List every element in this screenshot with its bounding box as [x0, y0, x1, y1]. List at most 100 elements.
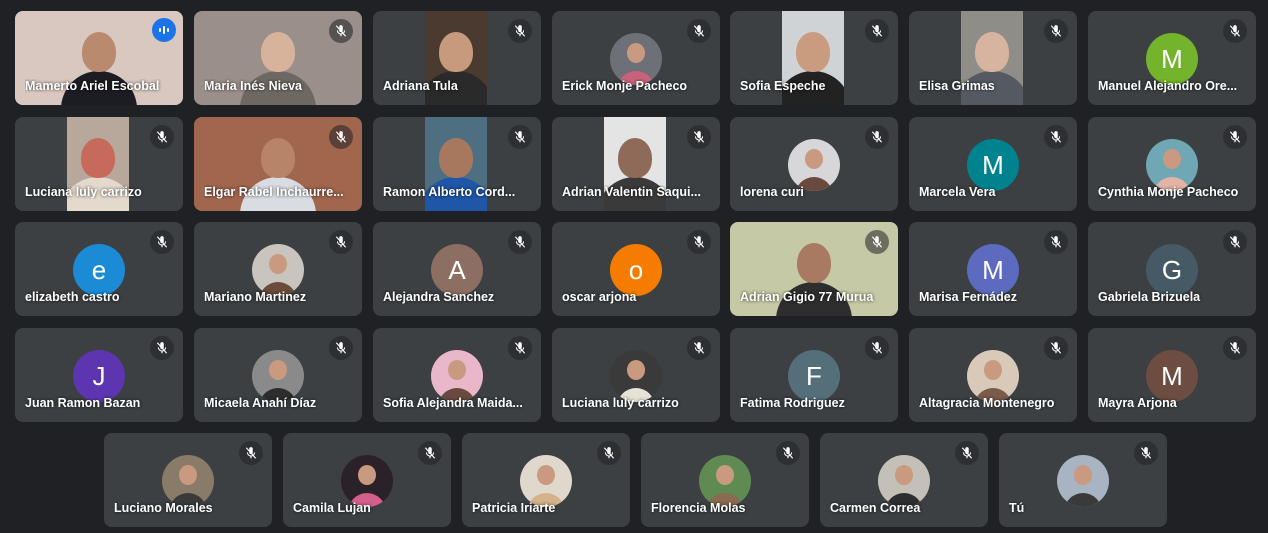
participant-tile[interactable]: F Fatima Rodriguez: [730, 328, 898, 422]
mic-muted-icon: [150, 336, 174, 360]
participant-tile[interactable]: Sofia Espeche: [730, 11, 898, 105]
mic-muted-icon: [865, 336, 889, 360]
participant-tile[interactable]: G Gabriela Brizuela: [1088, 222, 1256, 316]
participant-avatar-photo: [610, 350, 662, 402]
participant-tile[interactable]: M Marcela Vera: [909, 117, 1077, 211]
participant-tile[interactable]: Luciana luly carrizo: [552, 328, 720, 422]
participant-tile[interactable]: Mamerto Ariel Escobal: [15, 11, 183, 105]
mic-muted-icon: [1044, 336, 1068, 360]
participant-name: Maria Inés Nieva: [204, 79, 302, 93]
participant-tile[interactable]: Elgar Rabel Inchaurre...: [194, 117, 362, 211]
participant-name: Patricia Iriarte: [472, 501, 556, 515]
speaking-indicator-icon: [152, 18, 176, 42]
participant-name: Elgar Rabel Inchaurre...: [204, 185, 344, 199]
participant-avatar-letter: e: [73, 244, 125, 296]
participant-tile[interactable]: Sofia Alejandra Maida...: [373, 328, 541, 422]
participant-tile[interactable]: M Mayra Arjona: [1088, 328, 1256, 422]
participant-name: Cynthia Monje Pacheco: [1098, 185, 1239, 199]
participant-grid: Mamerto Ariel Escobal Maria Inés Nieva Adr…: [0, 0, 1268, 533]
mic-muted-icon: [508, 336, 532, 360]
participant-tile[interactable]: lorena curi: [730, 117, 898, 211]
mic-muted-icon: [329, 19, 353, 43]
participant-name: elizabeth castro: [25, 290, 120, 304]
participant-name: Luciana luly carrizo: [25, 185, 142, 199]
mic-muted-icon: [865, 19, 889, 43]
participant-avatar-photo: [788, 139, 840, 191]
participant-name: Luciana luly carrizo: [562, 396, 679, 410]
mic-muted-icon: [1223, 336, 1247, 360]
participant-name: Marcela Vera: [919, 185, 996, 199]
mic-muted-icon: [865, 230, 889, 254]
participant-name: Sofia Alejandra Maida...: [383, 396, 523, 410]
participant-tile[interactable]: Cynthia Monje Pacheco: [1088, 117, 1256, 211]
participant-tile[interactable]: A Alejandra Sanchez: [373, 222, 541, 316]
participant-name: Sofia Espeche: [740, 79, 826, 93]
participant-name: Tú: [1009, 501, 1025, 515]
participant-tile[interactable]: Patricia Iriarte: [462, 433, 630, 527]
participant-tile[interactable]: o oscar arjona: [552, 222, 720, 316]
mic-muted-icon: [687, 125, 711, 149]
participant-avatar-letter: M: [967, 244, 1019, 296]
participant-tile[interactable]: Micaela Anahí Díaz: [194, 328, 362, 422]
mic-muted-icon: [329, 230, 353, 254]
participant-tile[interactable]: Carmen Correa: [820, 433, 988, 527]
mic-muted-icon: [418, 441, 442, 465]
participant-name: Altagracia Montenegro: [919, 396, 1055, 410]
participant-tile[interactable]: Erick Monje Pacheco: [552, 11, 720, 105]
participant-avatar-letter: M: [1146, 33, 1198, 85]
participant-tile[interactable]: J Juan Ramon Bazan: [15, 328, 183, 422]
participant-tile[interactable]: Florencia Molas: [641, 433, 809, 527]
participant-avatar-photo: [162, 455, 214, 507]
participant-name: Mayra Arjona: [1098, 396, 1177, 410]
participant-avatar-photo: [878, 455, 930, 507]
mic-muted-icon: [776, 441, 800, 465]
mic-muted-icon: [508, 19, 532, 43]
participant-name: Marisa Fernádez: [919, 290, 1017, 304]
participant-avatar-photo: [967, 350, 1019, 402]
participant-tile[interactable]: Camila Lujan: [283, 433, 451, 527]
participant-tile[interactable]: Adrian Gigio 77 Murua: [730, 222, 898, 316]
participant-name: Juan Ramon Bazan: [25, 396, 141, 410]
participant-name: Carmen Correa: [830, 501, 921, 515]
participant-tile[interactable]: Luciana luly carrizo: [15, 117, 183, 211]
participant-tile[interactable]: Adrian Valentin Saqui...: [552, 117, 720, 211]
mic-muted-icon: [1134, 441, 1158, 465]
participant-avatar-letter: M: [967, 139, 1019, 191]
participant-tile[interactable]: Adriana Tula: [373, 11, 541, 105]
mic-muted-icon: [687, 19, 711, 43]
participant-name: Adrian Valentin Saqui...: [562, 185, 701, 199]
participant-avatar-photo: [252, 244, 304, 296]
mic-muted-icon: [1044, 230, 1068, 254]
mic-muted-icon: [239, 441, 263, 465]
participant-tile[interactable]: M Marisa Fernádez: [909, 222, 1077, 316]
participant-tile[interactable]: Maria Inés Nieva: [194, 11, 362, 105]
participant-name: Ramon Alberto Cord...: [383, 185, 516, 199]
mic-muted-icon: [1044, 19, 1068, 43]
participant-tile[interactable]: Luciano Morales: [104, 433, 272, 527]
participant-avatar-photo: [610, 33, 662, 85]
participant-tile[interactable]: M Manuel Alejandro Ore...: [1088, 11, 1256, 105]
mic-muted-icon: [597, 441, 621, 465]
participant-tile[interactable]: Elisa Grimas: [909, 11, 1077, 105]
participant-name: Camila Lujan: [293, 501, 371, 515]
participant-name: Adrian Gigio 77 Murua: [740, 290, 874, 304]
participant-avatar-letter: J: [73, 350, 125, 402]
mic-muted-icon: [150, 125, 174, 149]
mic-muted-icon: [687, 336, 711, 360]
participant-name: lorena curi: [740, 185, 804, 199]
participant-tile[interactable]: Tú: [999, 433, 1167, 527]
participant-tile[interactable]: Ramon Alberto Cord...: [373, 117, 541, 211]
mic-muted-icon: [150, 230, 174, 254]
participant-avatar-photo: [1057, 455, 1109, 507]
participant-tile[interactable]: Altagracia Montenegro: [909, 328, 1077, 422]
mic-muted-icon: [1223, 19, 1247, 43]
mic-muted-icon: [955, 441, 979, 465]
participant-tile[interactable]: e elizabeth castro: [15, 222, 183, 316]
participant-name: Fatima Rodriguez: [740, 396, 845, 410]
participant-avatar-letter: A: [431, 244, 483, 296]
participant-avatar-letter: o: [610, 244, 662, 296]
participant-avatar-photo: [699, 455, 751, 507]
mic-muted-icon: [1044, 125, 1068, 149]
participant-tile[interactable]: Mariano Martinez: [194, 222, 362, 316]
mic-muted-icon: [508, 125, 532, 149]
